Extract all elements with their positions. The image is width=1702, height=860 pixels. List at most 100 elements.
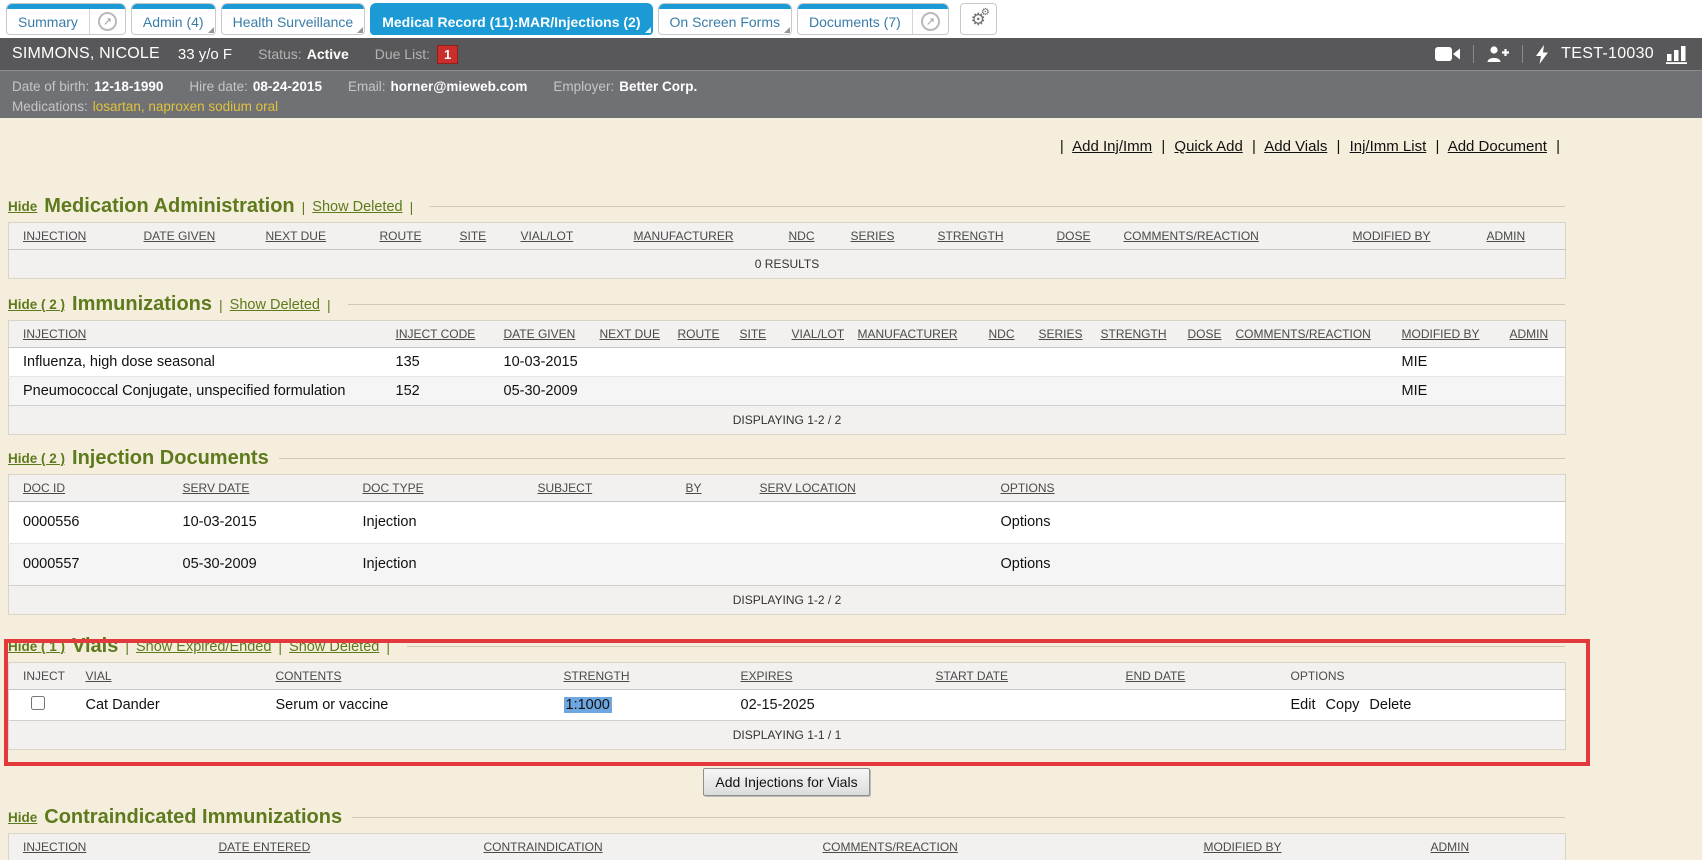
col-date-entered[interactable]: DATE ENTERED (205, 834, 470, 860)
col-modified-by[interactable]: MODIFIED BY (1339, 223, 1473, 250)
col-ndc[interactable]: NDC (975, 321, 1025, 348)
tab-accent-stripe (371, 4, 651, 9)
col-injection[interactable]: INJECTION (9, 223, 130, 250)
tab-accent-stripe (798, 4, 948, 9)
add-vials-link[interactable]: Add Vials (1264, 138, 1327, 155)
add-person-icon[interactable] (1486, 45, 1510, 63)
col-injection[interactable]: INJECTION (9, 834, 205, 860)
inject-code: 152 (382, 377, 490, 406)
col-route[interactable]: ROUTE (366, 223, 446, 250)
dropdown-fold-icon (208, 27, 214, 33)
col-subject[interactable]: SUBJECT (524, 475, 672, 502)
delete-vial-link[interactable]: Delete (1369, 697, 1411, 713)
flowsheet-chart-icon[interactable] (1666, 45, 1688, 64)
document-row[interactable]: 0000556 10-03-2015 Injection Options (9, 502, 1566, 544)
quick-add-link[interactable]: Quick Add (1174, 138, 1242, 155)
due-list-badge[interactable]: 1 (437, 45, 458, 64)
col-vial-lot[interactable]: VIAL/LOT (507, 223, 620, 250)
col-doc-type[interactable]: DOC TYPE (349, 475, 524, 502)
col-vial[interactable]: VIAL (72, 663, 262, 690)
col-admin[interactable]: ADMIN (1417, 834, 1566, 860)
tab-summary[interactable]: Summary ↗ (6, 3, 126, 35)
hide-vials-link[interactable]: Hide ( 1 ) (8, 639, 65, 654)
col-inject-code[interactable]: INJECT CODE (382, 321, 490, 348)
vials-table: INJECT VIAL CONTENTS STRENGTH EXPIRES ST… (8, 662, 1566, 750)
options-menu-link[interactable]: Options (1001, 514, 1051, 530)
col-comments-reaction[interactable]: COMMENTS/REACTION (1110, 223, 1339, 250)
col-serv-location[interactable]: SERV LOCATION (746, 475, 987, 502)
tab-admin[interactable]: Admin (4) (131, 3, 216, 35)
col-strength[interactable]: STRENGTH (924, 223, 1043, 250)
options-menu-link[interactable]: Options (1001, 556, 1051, 572)
col-comments-reaction[interactable]: COMMENTS/REACTION (1222, 321, 1388, 348)
modified-by: MIE (1388, 348, 1496, 377)
col-series[interactable]: SERIES (837, 223, 924, 250)
separator: | (125, 639, 129, 655)
col-strength[interactable]: STRENGTH (550, 663, 727, 690)
immunization-row[interactable]: Pneumococcal Conjugate, unspecified form… (9, 377, 1566, 406)
add-injections-for-vials-button[interactable]: Add Injections for Vials (703, 768, 869, 796)
col-next-due[interactable]: NEXT DUE (586, 321, 664, 348)
col-by[interactable]: BY (672, 475, 746, 502)
col-dose[interactable]: DOSE (1174, 321, 1222, 348)
inj-imm-list-link[interactable]: Inj/Imm List (1350, 138, 1427, 155)
vial-select-checkbox[interactable] (31, 696, 45, 710)
col-dose[interactable]: DOSE (1043, 223, 1110, 250)
video-call-icon[interactable] (1435, 46, 1461, 62)
col-contraindication[interactable]: CONTRAINDICATION (470, 834, 809, 860)
settings-button[interactable]: ⚙ ⚙ (960, 3, 997, 35)
col-site[interactable]: SITE (446, 223, 507, 250)
patient-age-sex: 33 y/o F (178, 46, 232, 63)
col-serv-date[interactable]: SERV DATE (169, 475, 349, 502)
col-end-date[interactable]: END DATE (1112, 663, 1277, 690)
col-date-given[interactable]: DATE GIVEN (130, 223, 252, 250)
col-strength[interactable]: STRENGTH (1087, 321, 1174, 348)
show-expired-ended-link[interactable]: Show Expired/Ended (136, 639, 271, 655)
col-contents[interactable]: CONTENTS (262, 663, 550, 690)
col-route[interactable]: ROUTE (664, 321, 726, 348)
show-deleted-link[interactable]: Show Deleted (289, 639, 379, 655)
tab-on-screen-forms[interactable]: On Screen Forms (658, 3, 792, 35)
col-site[interactable]: SITE (726, 321, 778, 348)
tab-medical-record-active[interactable]: Medical Record (11):MAR/Injections (2) (370, 3, 652, 35)
col-doc-id[interactable]: DOC ID (9, 475, 169, 502)
inject-code: 135 (382, 348, 490, 377)
col-comments-reaction[interactable]: COMMENTS/REACTION (809, 834, 1190, 860)
hide-contraindicated-link[interactable]: Hide (8, 810, 37, 825)
col-start-date[interactable]: START DATE (922, 663, 1112, 690)
document-row[interactable]: 0000557 05-30-2009 Injection Options (9, 544, 1566, 586)
hide-injection-documents-link[interactable]: Hide ( 2 ) (8, 451, 65, 466)
col-vial-lot[interactable]: VIAL/LOT (778, 321, 844, 348)
immunization-row[interactable]: Influenza, high dose seasonal 135 10-03-… (9, 348, 1566, 377)
add-document-link[interactable]: Add Document (1448, 138, 1547, 155)
tab-documents[interactable]: Documents (7) ↗ (797, 3, 949, 35)
col-series[interactable]: SERIES (1025, 321, 1087, 348)
col-modified-by[interactable]: MODIFIED BY (1388, 321, 1496, 348)
col-expires[interactable]: EXPIRES (727, 663, 922, 690)
col-options[interactable]: OPTIONS (987, 475, 1566, 502)
tab-health-surveillance[interactable]: Health Surveillance (221, 3, 366, 35)
col-ndc[interactable]: NDC (775, 223, 837, 250)
col-injection[interactable]: INJECTION (9, 321, 382, 348)
tab-accent-stripe (659, 4, 791, 9)
col-next-due[interactable]: NEXT DUE (252, 223, 366, 250)
col-manufacturer[interactable]: MANUFACTURER (620, 223, 775, 250)
show-deleted-link[interactable]: Show Deleted (312, 199, 402, 215)
col-modified-by[interactable]: MODIFIED BY (1190, 834, 1417, 860)
quick-actions-bolt-icon[interactable] (1535, 45, 1549, 64)
col-admin[interactable]: ADMIN (1473, 223, 1566, 250)
add-inj-imm-link[interactable]: Add Inj/Imm (1072, 138, 1152, 155)
show-deleted-link[interactable]: Show Deleted (230, 297, 320, 313)
col-manufacturer[interactable]: MANUFACTURER (844, 321, 975, 348)
vial-row[interactable]: Cat Dander Serum or vaccine 1:1000 02-15… (9, 690, 1566, 721)
hide-med-admin-link[interactable]: Hide (8, 199, 37, 214)
edit-vial-link[interactable]: Edit (1291, 697, 1316, 713)
col-date-given[interactable]: DATE GIVEN (490, 321, 586, 348)
col-admin[interactable]: ADMIN (1496, 321, 1566, 348)
copy-vial-link[interactable]: Copy (1326, 697, 1360, 713)
section-rule (279, 458, 1565, 459)
separator: | (219, 297, 223, 313)
serv-date: 05-30-2009 (169, 544, 349, 586)
hide-immunizations-link[interactable]: Hide ( 2 ) (8, 297, 65, 312)
medications-list-link[interactable]: losartan, naproxen sodium oral (93, 99, 278, 114)
